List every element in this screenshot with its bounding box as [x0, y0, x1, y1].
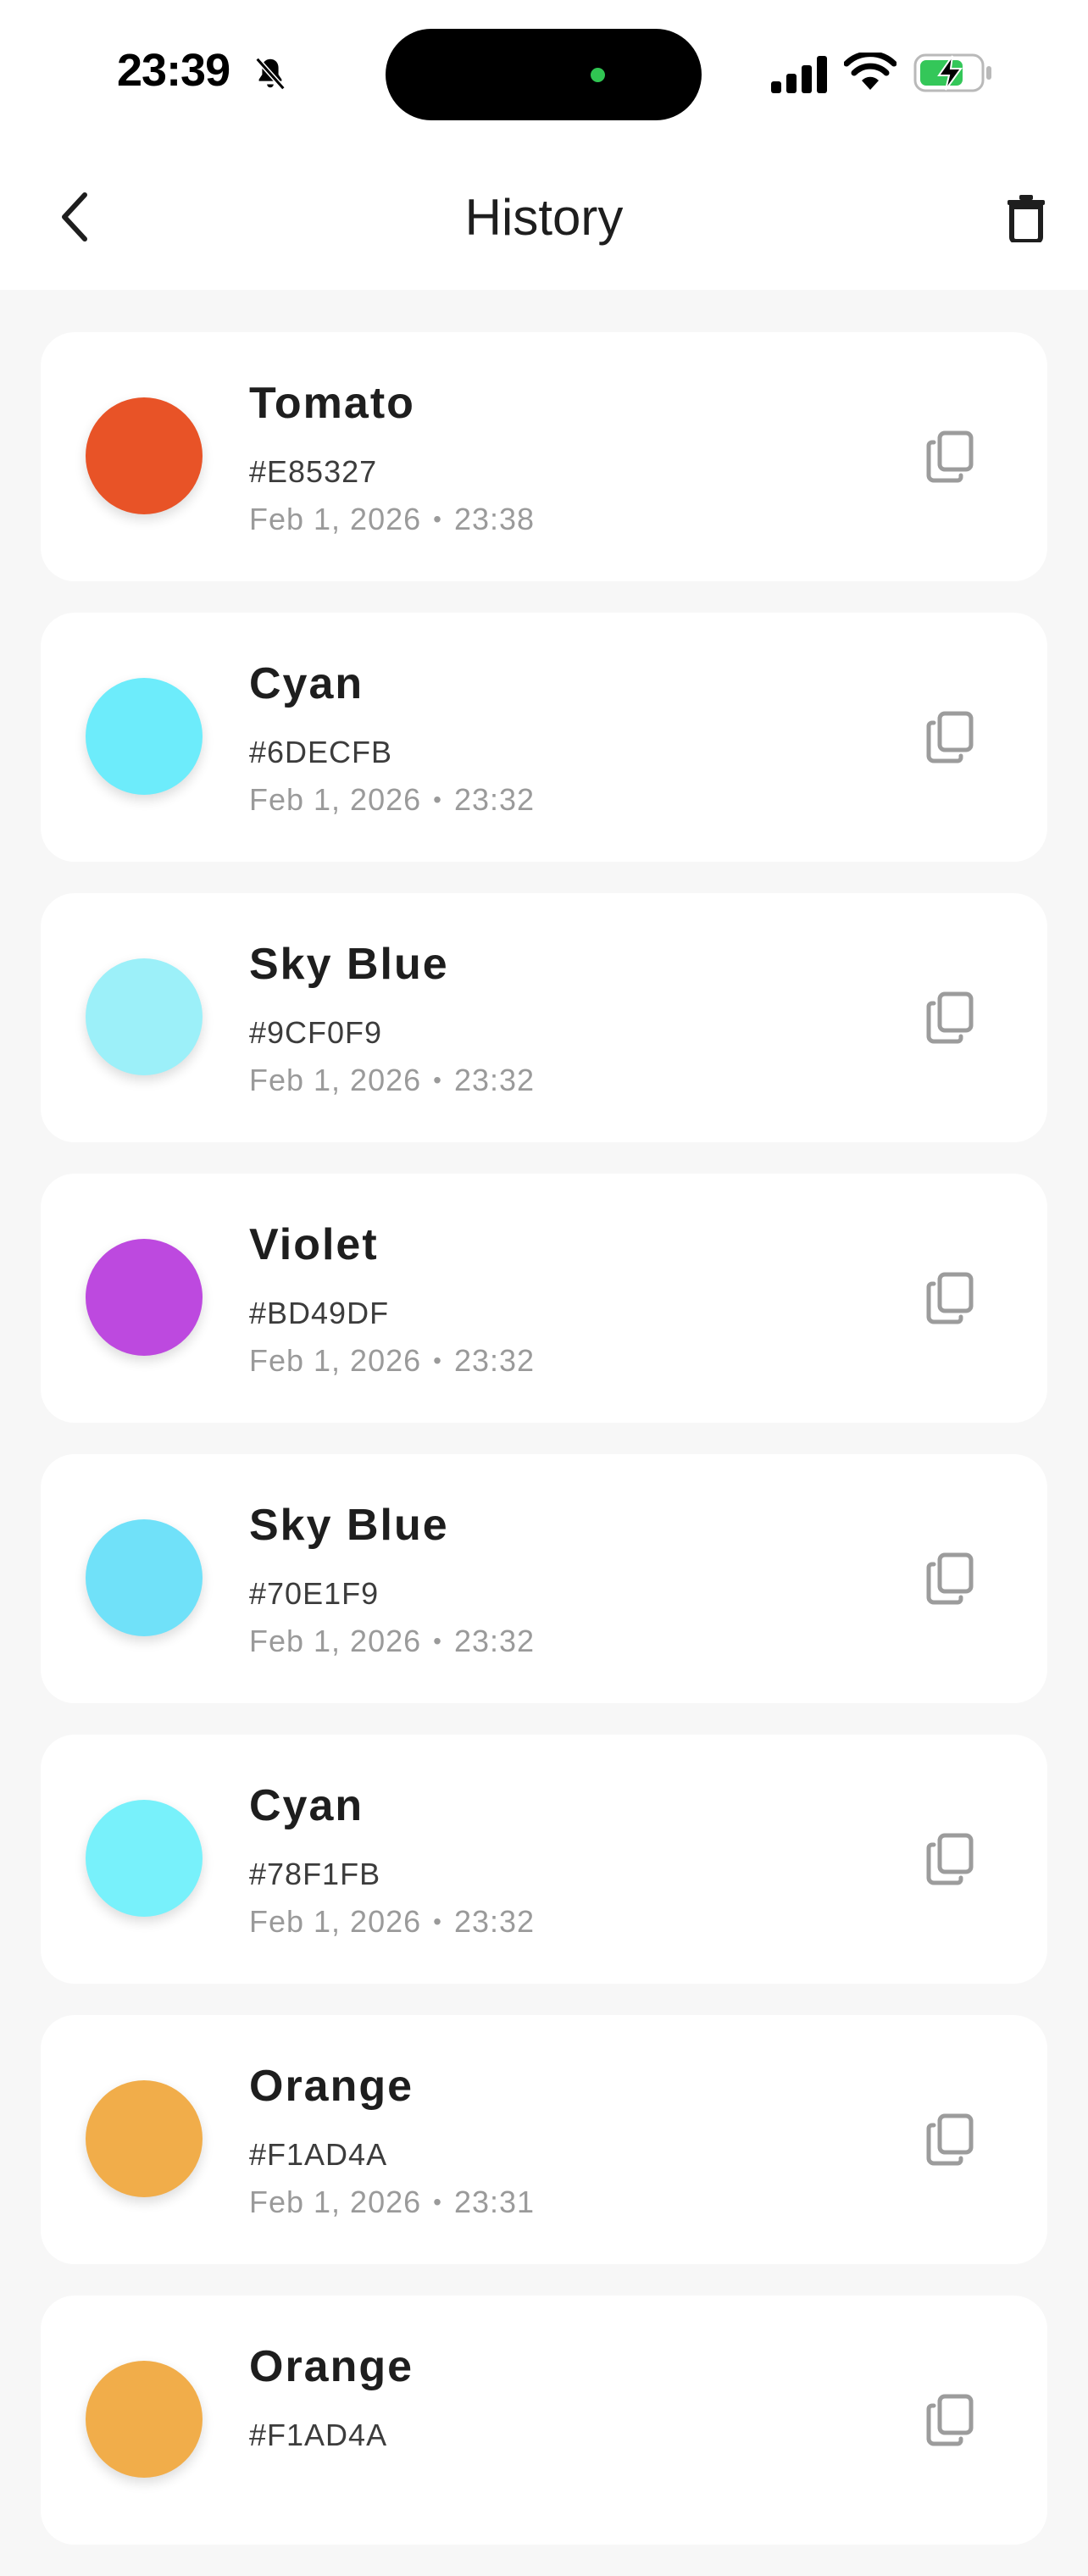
timestamp-separator: • [433, 1628, 442, 1654]
color-hex: #6DECFB [249, 735, 393, 769]
color-name: Violet [249, 1220, 379, 1269]
history-list: Tomato #E85327 Feb 1, 2026 • 23:38 Cyan #6… [41, 332, 1047, 2576]
color-hex: #F1AD4A [249, 2137, 388, 2172]
history-item[interactable]: Orange #F1AD4A Feb 1, 2026 • 23:31 [41, 2015, 1047, 2264]
timestamp-separator: • [433, 506, 442, 532]
wifi-icon [844, 53, 896, 90]
copy-button[interactable] [919, 1828, 981, 1890]
color-hex: #70E1F9 [249, 1576, 380, 1611]
color-swatch [86, 958, 203, 1075]
copy-button[interactable] [919, 1267, 981, 1330]
history-item[interactable]: Cyan #78F1FB Feb 1, 2026 • 23:32 [41, 1735, 1047, 1984]
timestamp-time: 23:32 [453, 1343, 536, 1378]
copy-button[interactable] [919, 2389, 981, 2451]
color-name: Sky Blue [249, 1501, 449, 1550]
timestamp-date: Feb 1, 2026 [249, 1063, 422, 1097]
copy-button[interactable] [919, 2108, 981, 2171]
color-hex: #E85327 [249, 454, 378, 489]
color-name: Cyan [249, 1781, 364, 1830]
history-item[interactable]: Cyan #6DECFB Feb 1, 2026 • 23:32 [41, 613, 1047, 862]
timestamp: Feb 1, 2026 • 23:31 [249, 2185, 535, 2220]
timestamp-time: 23:32 [453, 1624, 536, 1658]
color-hex: #78F1FB [249, 1857, 381, 1891]
timestamp-separator: • [433, 2189, 442, 2215]
clear-history-button[interactable] [998, 188, 1054, 247]
color-name: Cyan [249, 659, 364, 708]
signal-icon [771, 56, 827, 93]
history-item[interactable]: Sky Blue #70E1F9 Feb 1, 2026 • 23:32 [41, 1454, 1047, 1703]
timestamp-separator: • [433, 1908, 442, 1935]
copy-button[interactable] [919, 425, 981, 488]
timestamp-date: Feb 1, 2026 [249, 2185, 422, 2219]
color-hex: #BD49DF [249, 1296, 390, 1330]
timestamp-separator: • [433, 1067, 442, 1093]
timestamp: Feb 1, 2026 • 23:32 [249, 782, 535, 818]
color-swatch [86, 2361, 203, 2478]
timestamp-time: 23:32 [453, 1063, 536, 1097]
copy-icon [926, 711, 974, 763]
timestamp-time: 23:31 [453, 2185, 536, 2219]
color-name: Tomato [249, 379, 415, 428]
color-name: Sky Blue [249, 940, 449, 989]
timestamp [249, 2465, 273, 2501]
timestamp-date: Feb 1, 2026 [249, 1624, 422, 1658]
copy-icon [926, 1833, 974, 1885]
color-swatch [86, 1239, 203, 1356]
color-swatch [86, 1519, 203, 1636]
timestamp-separator: • [433, 1347, 442, 1374]
color-swatch [86, 2080, 203, 2197]
timestamp: Feb 1, 2026 • 23:32 [249, 1624, 535, 1659]
copy-button[interactable] [919, 706, 981, 769]
trash-icon [1008, 195, 1045, 242]
timestamp-date: Feb 1, 2026 [249, 1904, 422, 1939]
camera-indicator-dot [591, 68, 605, 82]
battery-charging-icon [913, 53, 991, 92]
copy-button[interactable] [919, 1547, 981, 1610]
copy-icon [926, 991, 974, 1044]
dynamic-island [386, 29, 702, 120]
color-swatch [86, 1800, 203, 1917]
timestamp-separator: • [433, 786, 442, 813]
history-item[interactable]: Tomato #E85327 Feb 1, 2026 • 23:38 [41, 332, 1047, 581]
history-item[interactable]: Orange #F1AD4A [41, 2296, 1047, 2545]
color-name: Orange [249, 2342, 414, 2391]
page-title: History [464, 189, 624, 246]
color-hex: #F1AD4A [249, 2418, 388, 2452]
copy-icon [926, 2394, 974, 2446]
timestamp-time: 23:32 [453, 1904, 536, 1939]
copy-icon [926, 1552, 974, 1605]
history-item[interactable]: Sky Blue #9CF0F9 Feb 1, 2026 • 23:32 [41, 893, 1047, 1142]
timestamp-date: Feb 1, 2026 [249, 782, 422, 817]
status-bar: 23:39 [0, 0, 1088, 144]
timestamp: Feb 1, 2026 • 23:32 [249, 1904, 535, 1940]
color-hex: #9CF0F9 [249, 1015, 383, 1050]
timestamp-date: Feb 1, 2026 [249, 1343, 422, 1378]
copy-icon [926, 2113, 974, 2166]
copy-icon [926, 430, 974, 483]
timestamp-time: 23:38 [453, 502, 536, 536]
bell-slash-icon [255, 57, 286, 91]
status-time: 23:39 [117, 45, 230, 96]
color-name: Orange [249, 2062, 414, 2111]
copy-icon [926, 1272, 974, 1324]
timestamp-date: Feb 1, 2026 [249, 502, 422, 536]
history-item[interactable]: Violet #BD49DF Feb 1, 2026 • 23:32 [41, 1174, 1047, 1423]
color-swatch [86, 678, 203, 795]
timestamp: Feb 1, 2026 • 23:32 [249, 1343, 535, 1379]
timestamp-time: 23:32 [453, 782, 536, 817]
navigation-bar: History [0, 144, 1088, 290]
copy-button[interactable] [919, 986, 981, 1049]
timestamp: Feb 1, 2026 • 23:38 [249, 502, 535, 537]
timestamp: Feb 1, 2026 • 23:32 [249, 1063, 535, 1098]
color-swatch [86, 397, 203, 514]
